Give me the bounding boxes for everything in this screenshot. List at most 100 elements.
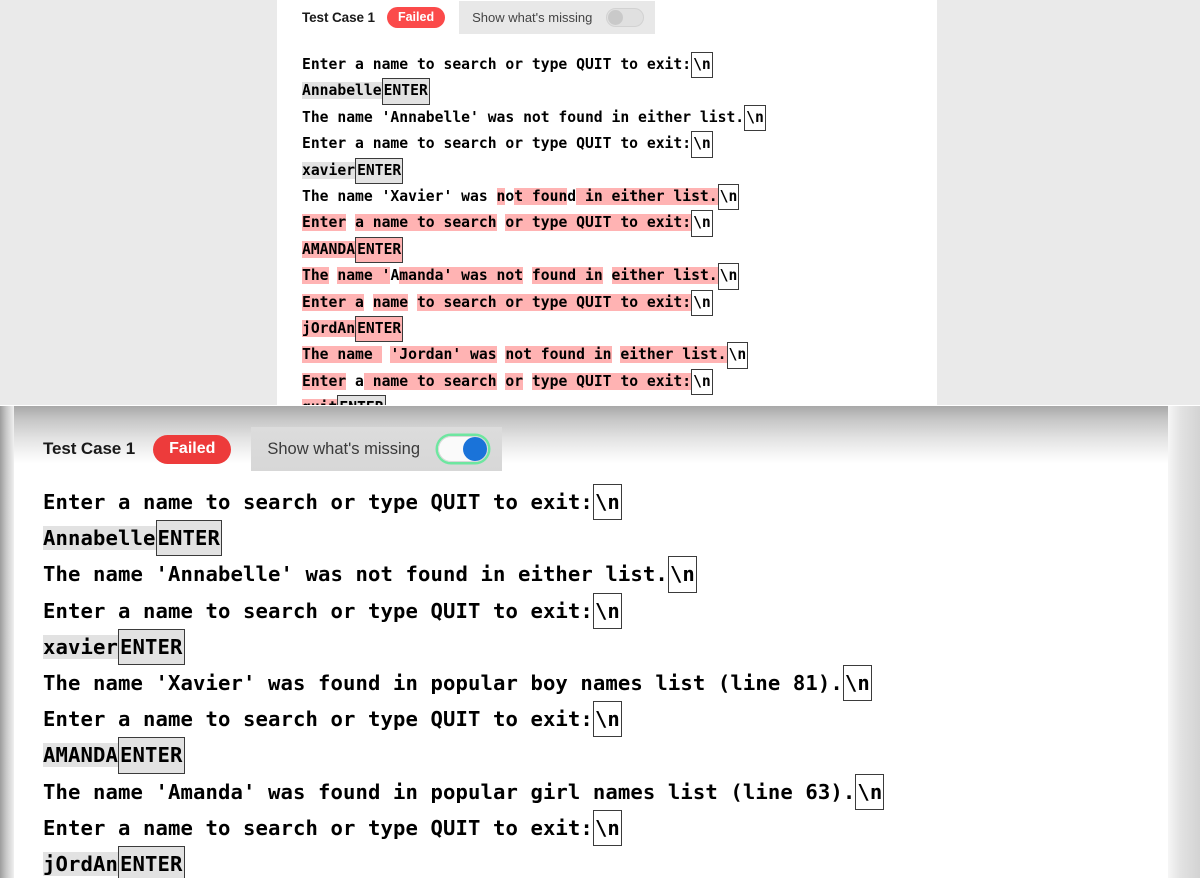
terminal-text: A xyxy=(390,267,400,285)
enter-key-chip: ENTER xyxy=(155,520,222,557)
terminal-text: Enter a name to search or type QUIT to e… xyxy=(43,490,593,514)
terminal-output-line: Enter a name to search or type QUIT to e… xyxy=(302,131,922,158)
show-whats-missing-control[interactable]: Show what's missing xyxy=(251,427,502,471)
enter-key-chip: ENTER xyxy=(355,236,404,264)
terminal-input-line: xavierENTER xyxy=(43,628,1183,666)
missing-text-highlight: Enter xyxy=(302,372,347,390)
terminal-output-large: Enter a name to search or type QUIT to e… xyxy=(43,484,1183,878)
enter-key-chip: ENTER xyxy=(118,628,185,666)
missing-text-highlight: manda' was not xyxy=(399,267,524,285)
enter-key-chip: ENTER xyxy=(118,846,185,878)
missing-text-highlight: either list. xyxy=(620,346,727,364)
terminal-output-line: Enter a name to search or type QUIT to e… xyxy=(302,368,922,396)
missing-text-highlight: t foun xyxy=(514,188,568,206)
show-whats-missing-label: Show what's missing xyxy=(472,10,593,25)
newline-marker-chip: \n xyxy=(691,368,713,396)
terminal-output-line: Enter a name to search or type QUIT to e… xyxy=(302,210,922,237)
test-case-title: Test Case 1 xyxy=(302,10,375,25)
user-typed-text: quit xyxy=(302,399,338,405)
terminal-text: a xyxy=(346,372,364,390)
terminal-output-line: The name 'Amanda' was found in popular g… xyxy=(43,773,1183,810)
missing-text-highlight: The name xyxy=(302,346,382,364)
show-whats-missing-control[interactable]: Show what's missing xyxy=(459,1,656,34)
missing-text-highlight: Enter a xyxy=(302,293,364,311)
terminal-text: d xyxy=(567,188,577,206)
enter-key-chip: ENTER xyxy=(118,737,185,774)
newline-marker-chip: \n xyxy=(667,556,697,593)
terminal-text: Enter a name to search or type QUIT to e… xyxy=(43,815,593,840)
enter-key-chip: ENTER xyxy=(355,157,404,185)
terminal-output-small: Enter a name to search or type QUIT to e… xyxy=(302,52,922,405)
missing-text-highlight: to search or type QUIT to exit: xyxy=(416,293,692,311)
terminal-output-line: Enter a name to search or type QUIT to e… xyxy=(43,484,1183,521)
terminal-text: o xyxy=(505,188,515,206)
status-badge: Failed xyxy=(386,6,446,29)
user-typed-text: xavier xyxy=(43,634,118,659)
terminal-text: Enter a name to search or type QUIT to e… xyxy=(43,707,593,732)
terminal-output-line: Enter a name to search or type QUIT to e… xyxy=(43,809,1183,847)
status-badge: Failed xyxy=(153,434,232,464)
terminal-output-line: Enter a name to search or type QUIT to e… xyxy=(302,289,922,317)
newline-marker-chip: \n xyxy=(717,263,740,290)
enter-key-chip: ENTER xyxy=(381,78,430,105)
terminal-input-line: quitENTER xyxy=(302,395,922,405)
test-case-title: Test Case 1 xyxy=(43,439,136,458)
toggle-knob-icon xyxy=(463,437,487,461)
terminal-output-line: Enter a name to search or type QUIT to e… xyxy=(43,592,1183,629)
terminal-output-line: Enter a name to search or type QUIT to e… xyxy=(43,701,1183,738)
show-whats-missing-toggle[interactable] xyxy=(606,8,645,27)
test-case-header-large: Test Case 1 Failed Show what's missing xyxy=(43,427,502,471)
missing-text-highlight: a name to search xyxy=(355,214,497,232)
missing-text-highlight: either list. xyxy=(611,267,718,285)
user-typed-text: jOrdAn xyxy=(43,852,118,877)
test-case-header-small: Test Case 1 Failed Show what's missing xyxy=(277,0,656,35)
terminal-input-line: jOrdAnENTER xyxy=(43,846,1183,878)
panel-left-shadow xyxy=(0,406,14,878)
terminal-text: Enter a name to search or type QUIT to e… xyxy=(43,598,593,623)
show-whats-missing-label: Show what's missing xyxy=(267,439,420,458)
terminal-text: The name 'Xavier' was xyxy=(302,188,497,206)
terminal-text: The name 'Annabelle' was not found in ei… xyxy=(302,108,745,126)
enter-key-chip: ENTER xyxy=(337,395,386,405)
terminal-text: The name 'Xavier' was found in popular b… xyxy=(43,671,843,696)
terminal-input-line: jOrdAnENTER xyxy=(302,316,922,343)
newline-marker-chip: \n xyxy=(717,184,740,211)
missing-text-highlight: in either list. xyxy=(576,188,718,206)
terminal-text: Enter a name to search or type QUIT to e… xyxy=(302,56,692,73)
terminal-output-line: Enter a name to search or type QUIT to e… xyxy=(302,52,922,79)
terminal-text: The name 'Annabelle' was not found in ei… xyxy=(43,562,668,587)
terminal-input-line: AMANDAENTER xyxy=(43,737,1183,774)
user-typed-text: Annabelle xyxy=(302,82,382,100)
missing-text-highlight: 'Jordan' was xyxy=(390,346,497,364)
user-typed-text: jOrdAn xyxy=(302,320,356,338)
missing-text-highlight: not found in xyxy=(505,346,612,364)
newline-marker-chip: \n xyxy=(592,592,622,629)
newline-marker-chip: \n xyxy=(842,665,872,702)
background-screenshot-panel: Test Case 1 Failed Show what's missing E… xyxy=(0,0,1200,405)
terminal-output-line: The name 'Jordan' was not found in eithe… xyxy=(302,342,922,369)
missing-text-highlight: or xyxy=(505,372,524,390)
missing-text-highlight: found in xyxy=(531,267,603,285)
terminal-output-line: The name 'Annabelle' was not found in ei… xyxy=(302,104,922,132)
show-whats-missing-toggle[interactable] xyxy=(438,436,488,462)
terminal-output-line: The name 'Annabelle' was not found in ei… xyxy=(43,556,1183,593)
terminal-output-line: The name 'Amanda' was not found in eithe… xyxy=(302,263,922,290)
newline-marker-chip: \n xyxy=(691,289,713,317)
missing-text-highlight: type QUIT to exit: xyxy=(531,372,692,390)
enter-key-chip: ENTER xyxy=(355,316,404,343)
newline-marker-chip: \n xyxy=(592,701,622,738)
terminal-input-line: AMANDAENTER xyxy=(302,236,922,264)
newline-marker-chip: \n xyxy=(592,484,622,521)
terminal-input-line: AnnabelleENTER xyxy=(302,78,922,105)
terminal-text: Enter a name to search or type QUIT to e… xyxy=(302,135,692,153)
user-typed-text: xavier xyxy=(302,161,356,179)
toggle-knob-icon xyxy=(608,10,624,25)
missing-text-highlight: The xyxy=(302,267,329,285)
newline-marker-chip: \n xyxy=(592,809,622,847)
